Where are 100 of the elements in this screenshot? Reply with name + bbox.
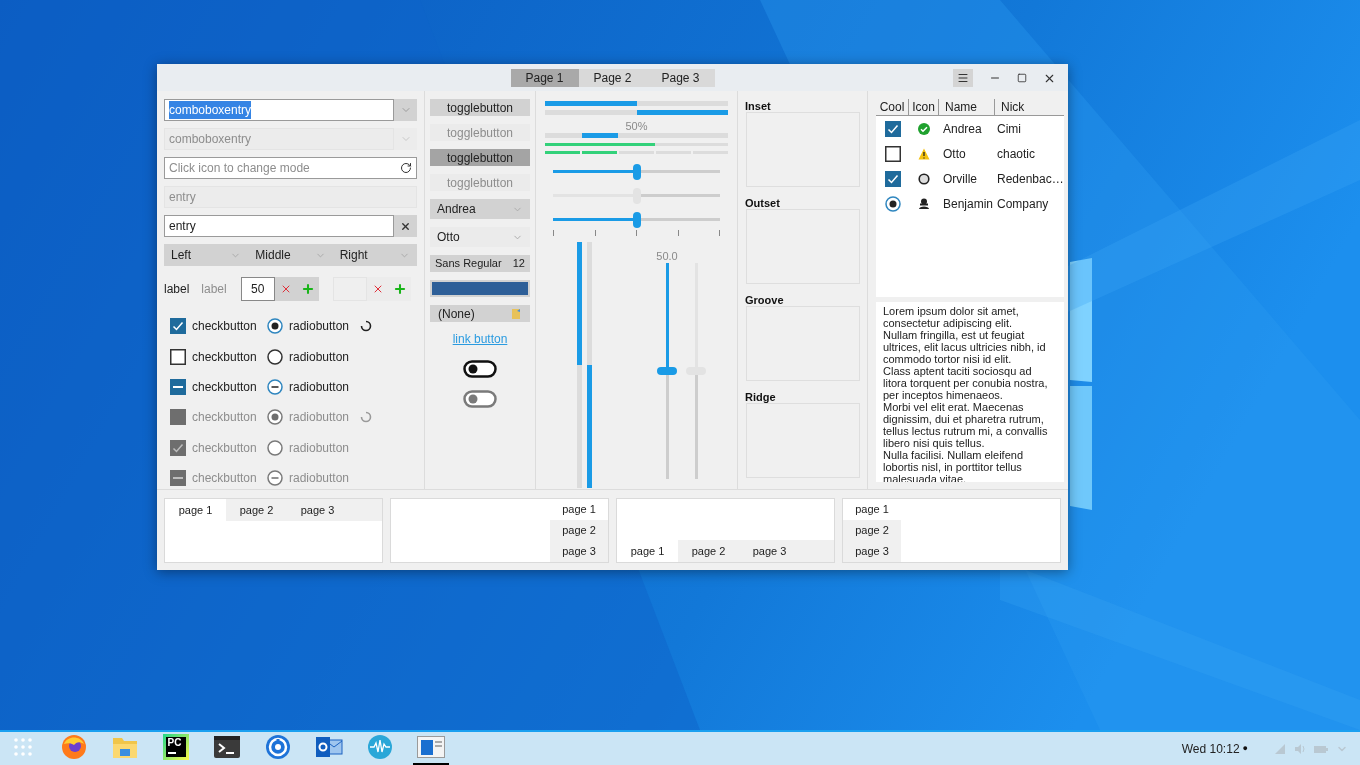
slider-value: 50.0 [656, 249, 678, 262]
tab[interactable]: page 1 [550, 499, 608, 520]
plus-icon [392, 282, 407, 296]
window-icon[interactable] [416, 736, 445, 758]
column-header[interactable]: Nick [995, 99, 1064, 115]
table-cell-text: Benjamin [942, 195, 995, 213]
checkbox-label: checkbutton [192, 318, 257, 336]
plus-icon [300, 282, 315, 296]
column-header[interactable]: Name [939, 99, 995, 115]
radio-label: radiobutton [289, 378, 350, 396]
dropdown[interactable]: Andrea [430, 199, 530, 219]
tab[interactable]: page 1 [165, 499, 226, 521]
spin-field[interactable]: 50 [240, 277, 275, 301]
spinner [360, 320, 372, 333]
column-header[interactable]: Cool [876, 99, 909, 115]
dropdown[interactable]: Middle [248, 244, 333, 266]
maximize-icon[interactable] [1017, 73, 1027, 83]
slider[interactable] [553, 164, 720, 180]
checkbox-label: checkbutton [192, 348, 257, 366]
checkbox[interactable] [884, 145, 901, 162]
dropdown[interactable]: Right [332, 244, 417, 266]
radio-label: radiobutton [289, 348, 350, 366]
ide-icon[interactable]: PC [162, 734, 189, 760]
browser-icon[interactable] [60, 734, 87, 760]
checkbox[interactable] [884, 120, 901, 137]
slider-thumb[interactable] [657, 367, 677, 375]
checkbox-label: checkbutton [192, 470, 257, 488]
frame-label: Inset [745, 100, 772, 112]
label-text: label [164, 281, 190, 298]
radio-button[interactable] [267, 318, 283, 335]
tab[interactable]: page 1 [843, 499, 901, 520]
warning-icon [918, 147, 930, 160]
folder-icon[interactable] [111, 735, 138, 759]
combo-entry[interactable]: comboboxentry [164, 99, 417, 121]
progress-text: 50% [625, 119, 648, 133]
label-text: label [201, 281, 227, 298]
status-dot: ● [1242, 741, 1248, 755]
table-cell-text: Company [996, 195, 1049, 213]
radio-button[interactable] [267, 378, 283, 395]
entry-text: comboboxentry [169, 101, 252, 119]
table-cell-text: Andrea [942, 120, 983, 138]
folder-icon [511, 307, 522, 320]
person-icon [918, 197, 930, 210]
clock: Wed 10:12 [1181, 740, 1240, 758]
frame-label: Outset [745, 197, 781, 209]
radio-label: radiobutton [289, 409, 350, 427]
radio-button[interactable] [267, 348, 283, 365]
mail-icon[interactable] [314, 735, 343, 759]
checkbox[interactable] [170, 378, 186, 395]
dropdown[interactable]: Otto [430, 227, 530, 247]
menu-icon [957, 72, 969, 84]
refresh-icon[interactable] [400, 162, 412, 174]
radio-button[interactable] [884, 195, 901, 212]
table-cell-text: Orville [942, 170, 978, 188]
tab[interactable]: page 1 [617, 540, 678, 562]
tab[interactable]: Page 3 [646, 68, 715, 87]
frame-label: Groove [745, 294, 785, 306]
paragraph: Lorem ipsum dolor sit amet, consectetur adipiscing elit. [883, 305, 1020, 329]
radio-label: radiobutton [289, 470, 350, 488]
table-cell-text: chaotic [996, 145, 1036, 163]
logo-text: PC [167, 737, 183, 749]
terminal-icon[interactable] [213, 736, 240, 758]
paragraph: Class aptent taciti sociosqu ad litora torquent per conubia nostra, per inceptos himenaeos. [883, 365, 1049, 401]
file-button[interactable]: (None) [430, 305, 530, 322]
spinner [360, 411, 372, 424]
checkbox[interactable] [170, 348, 186, 365]
toggle-button[interactable]: togglebutton [430, 149, 530, 166]
entry-text: comboboxentry [169, 131, 252, 148]
switch[interactable] [463, 360, 497, 378]
radio-label: radiobutton [289, 318, 350, 336]
slider[interactable] [553, 212, 720, 228]
slider-thumb[interactable] [632, 212, 641, 228]
vertical-slider[interactable] [655, 263, 679, 479]
tab[interactable]: Page 1 [510, 68, 579, 87]
checkbox-label: checkbutton [192, 439, 257, 457]
dropdown[interactable]: Left [164, 244, 249, 266]
frame-label: Ridge [745, 391, 777, 403]
checkbox-label: checkbutton [192, 409, 257, 427]
waveform-icon[interactable] [366, 734, 393, 760]
clear-button[interactable] [394, 215, 417, 237]
text-field[interactable]: entry [164, 215, 394, 237]
checkbox-label: checkbutton [192, 378, 257, 396]
font-button[interactable]: Sans Regular 12 [430, 255, 530, 272]
column-header[interactable]: Icon [909, 99, 939, 115]
check-circle-icon [918, 122, 930, 135]
paragraph: Morbi vel elit erat. Maecenas dignissim, dui et pharetra rutrum, tellus lectus rutrum mi, a convallis libero nisi quis tellus. [883, 401, 1049, 449]
tab[interactable]: Page 2 [578, 68, 647, 87]
table-cell-text: Cimi [996, 120, 1021, 138]
toggle-button[interactable]: togglebutton [430, 99, 530, 116]
vertical-slider[interactable] [684, 263, 708, 479]
checkbox[interactable] [884, 170, 901, 187]
table-cell-text: Redenbac… [996, 170, 1064, 188]
menu-button[interactable] [953, 69, 973, 87]
paragraph: Nullam fringilla, est ut feugiat ultrices, elit lacus ultricies nibh, id commodo tortor nisi id elit. [883, 329, 1047, 365]
close-icon [400, 220, 411, 232]
radio-label: radiobutton [289, 439, 350, 457]
circle-logo-icon[interactable] [264, 734, 291, 760]
table-cell-text: Otto [942, 145, 967, 163]
slider-thumb[interactable] [632, 164, 641, 180]
checkbox[interactable] [170, 318, 186, 335]
